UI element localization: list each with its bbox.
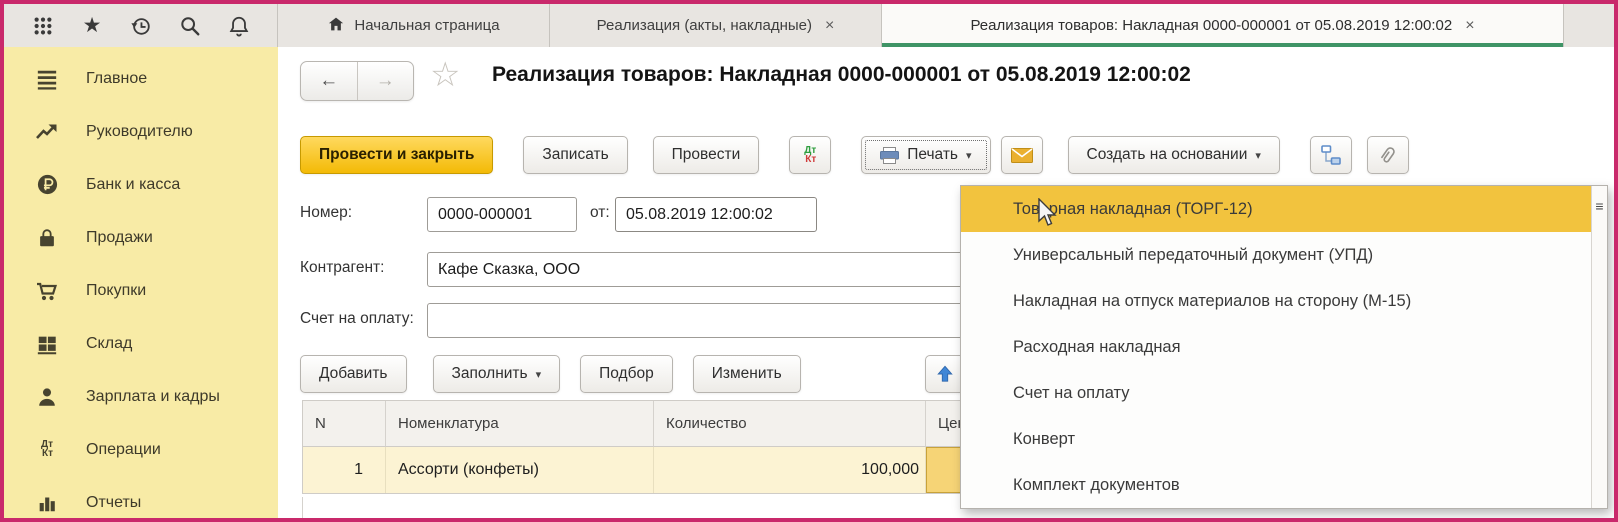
post-button[interactable]: Провести (653, 136, 760, 174)
arrow-up-icon (936, 365, 954, 383)
date-input[interactable]: 05.08.2019 12:00:02 (615, 197, 817, 232)
application-window: ★ (0, 0, 1618, 522)
menu-item-envelope[interactable]: Конверт (961, 416, 1591, 462)
menu-lines-icon (35, 67, 59, 91)
table-cell-quantity[interactable]: 100,000 (654, 447, 926, 493)
post-and-close-button[interactable]: Провести и закрыть (300, 136, 493, 174)
sidebar-item-label: Покупки (86, 282, 146, 300)
column-header-n[interactable]: N (303, 401, 386, 447)
bar-chart-icon (35, 491, 59, 515)
counterparty-label: Контрагент: (300, 259, 384, 277)
sidebar-item-operations[interactable]: Дт Кт Операции (4, 423, 278, 476)
document-form: ← → ☆ Реализация товаров: Накладная 0000… (278, 47, 1614, 518)
sidebar-item-label: Банк и касса (86, 176, 180, 194)
save-button[interactable]: Записать (523, 136, 627, 174)
menu-item-m15[interactable]: Накладная на отпуск материалов на сторон… (961, 278, 1591, 324)
debit-credit-button[interactable]: Дт Кт (789, 136, 831, 174)
mouse-cursor (1037, 198, 1059, 233)
fill-button[interactable]: Заполнить ▾ (433, 355, 561, 393)
menu-item-expense-invoice[interactable]: Расходная накладная (961, 324, 1591, 370)
number-label: Номер: (300, 204, 352, 222)
envelope-icon (1011, 148, 1033, 163)
related-documents-button[interactable] (1310, 136, 1352, 174)
tab-bar: Начальная страница Реализация (акты, нак… (278, 4, 1564, 47)
warehouse-boxes-icon (35, 332, 59, 356)
forward-button[interactable]: → (357, 62, 414, 100)
home-icon (327, 15, 345, 37)
move-up-button[interactable] (925, 355, 965, 393)
print-dropdown-menu: Товарная накладная (ТОРГ-12) Универсальн… (960, 185, 1608, 509)
sidebar-item-label: Операции (86, 441, 161, 459)
table-cell-nomenclature[interactable]: Ассорти (конфеты) (386, 447, 654, 493)
close-icon[interactable]: × (1465, 17, 1474, 35)
search-icon[interactable] (179, 15, 201, 37)
quick-access-toolbar: ★ (4, 4, 278, 47)
sidebar-item-label: Зарплата и кадры (86, 388, 220, 406)
ruble-circle-icon (35, 173, 59, 197)
favorites-star-icon[interactable]: ★ (81, 15, 103, 37)
create-based-on-button[interactable]: Создать на основании ▾ (1068, 136, 1280, 174)
command-bar: Провести и закрыть Записать Провести Дт … (300, 135, 1409, 175)
sidebar-item-label: Продажи (86, 229, 153, 247)
sidebar-item-manager[interactable]: Руководителю (4, 105, 278, 158)
menu-item-payment-invoice[interactable]: Счет на оплату (961, 370, 1591, 416)
tab-sales-list[interactable]: Реализация (акты, накладные) × (550, 4, 882, 47)
page-title: Реализация товаров: Накладная 0000-00000… (492, 63, 1191, 87)
printer-icon (880, 147, 899, 164)
sidebar-item-warehouse[interactable]: Склад (4, 317, 278, 370)
top-bar: ★ (4, 4, 1614, 48)
sidebar-item-purchases[interactable]: Покупки (4, 264, 278, 317)
menu-lines-icon: ≡ (1595, 198, 1603, 214)
menu-more-rail[interactable]: ≡ (1591, 186, 1607, 508)
sidebar: Главное Руководителю Банк и касса (4, 47, 278, 518)
nav-history-group: ← → (300, 61, 414, 101)
sidebar-item-label: Руководителю (86, 123, 193, 141)
tab-label: Начальная страница (354, 17, 499, 34)
tab-sales-document[interactable]: Реализация товаров: Накладная 0000-00000… (882, 4, 1564, 47)
chevron-down-icon: ▾ (536, 368, 542, 381)
column-header-nomenclature[interactable]: Номенклатура (386, 401, 654, 447)
sidebar-item-bank-cash[interactable]: Банк и касса (4, 158, 278, 211)
related-documents-icon (1321, 145, 1341, 165)
sidebar-item-payroll-hr[interactable]: Зарплата и кадры (4, 370, 278, 423)
favorite-star-icon[interactable]: ☆ (430, 55, 460, 95)
back-button[interactable]: ← (301, 62, 357, 100)
sidebar-item-main[interactable]: Главное (4, 52, 278, 105)
date-prefix-label: от: (590, 204, 610, 222)
menu-item-upd[interactable]: Универсальный передаточный документ (УПД… (961, 232, 1591, 278)
shopping-bag-icon (35, 226, 59, 250)
column-header-quantity[interactable]: Количество (654, 401, 926, 447)
chevron-down-icon: ▾ (1255, 149, 1261, 162)
invoice-label: Счет на оплату: (300, 310, 414, 328)
items-toolbar: Добавить Заполнить ▾ Подбор Изменить (300, 355, 801, 393)
notifications-bell-icon[interactable] (228, 15, 250, 37)
sidebar-item-label: Склад (86, 335, 132, 353)
edit-button[interactable]: Изменить (693, 355, 801, 393)
attachments-button[interactable] (1367, 136, 1409, 174)
pick-button[interactable]: Подбор (580, 355, 673, 393)
chevron-down-icon: ▾ (966, 149, 972, 162)
menu-item-document-set[interactable]: Комплект документов (961, 462, 1591, 508)
history-icon[interactable] (130, 15, 152, 37)
sidebar-item-label: Отчеты (86, 494, 141, 512)
email-button[interactable] (1001, 136, 1043, 174)
paperclip-icon (1374, 141, 1402, 169)
trend-chart-icon (35, 120, 59, 144)
print-button[interactable]: Печать ▾ (861, 136, 990, 174)
number-input[interactable]: 0000-000001 (427, 197, 577, 232)
apps-grid-icon[interactable] (32, 15, 54, 37)
tab-label: Реализация (акты, накладные) (597, 17, 812, 34)
add-row-button[interactable]: Добавить (300, 355, 407, 393)
table-cell-row-number[interactable]: 1 (303, 447, 386, 493)
close-icon[interactable]: × (825, 17, 834, 35)
sidebar-item-reports[interactable]: Отчеты (4, 476, 278, 518)
sidebar-item-sales[interactable]: Продажи (4, 211, 278, 264)
person-icon (35, 385, 59, 409)
debit-credit-icon: Дт Кт (35, 438, 59, 462)
tab-label: Реализация товаров: Накладная 0000-00000… (970, 17, 1452, 34)
tab-home[interactable]: Начальная страница (278, 4, 550, 47)
shopping-cart-icon (35, 279, 59, 303)
sidebar-item-label: Главное (86, 70, 147, 88)
